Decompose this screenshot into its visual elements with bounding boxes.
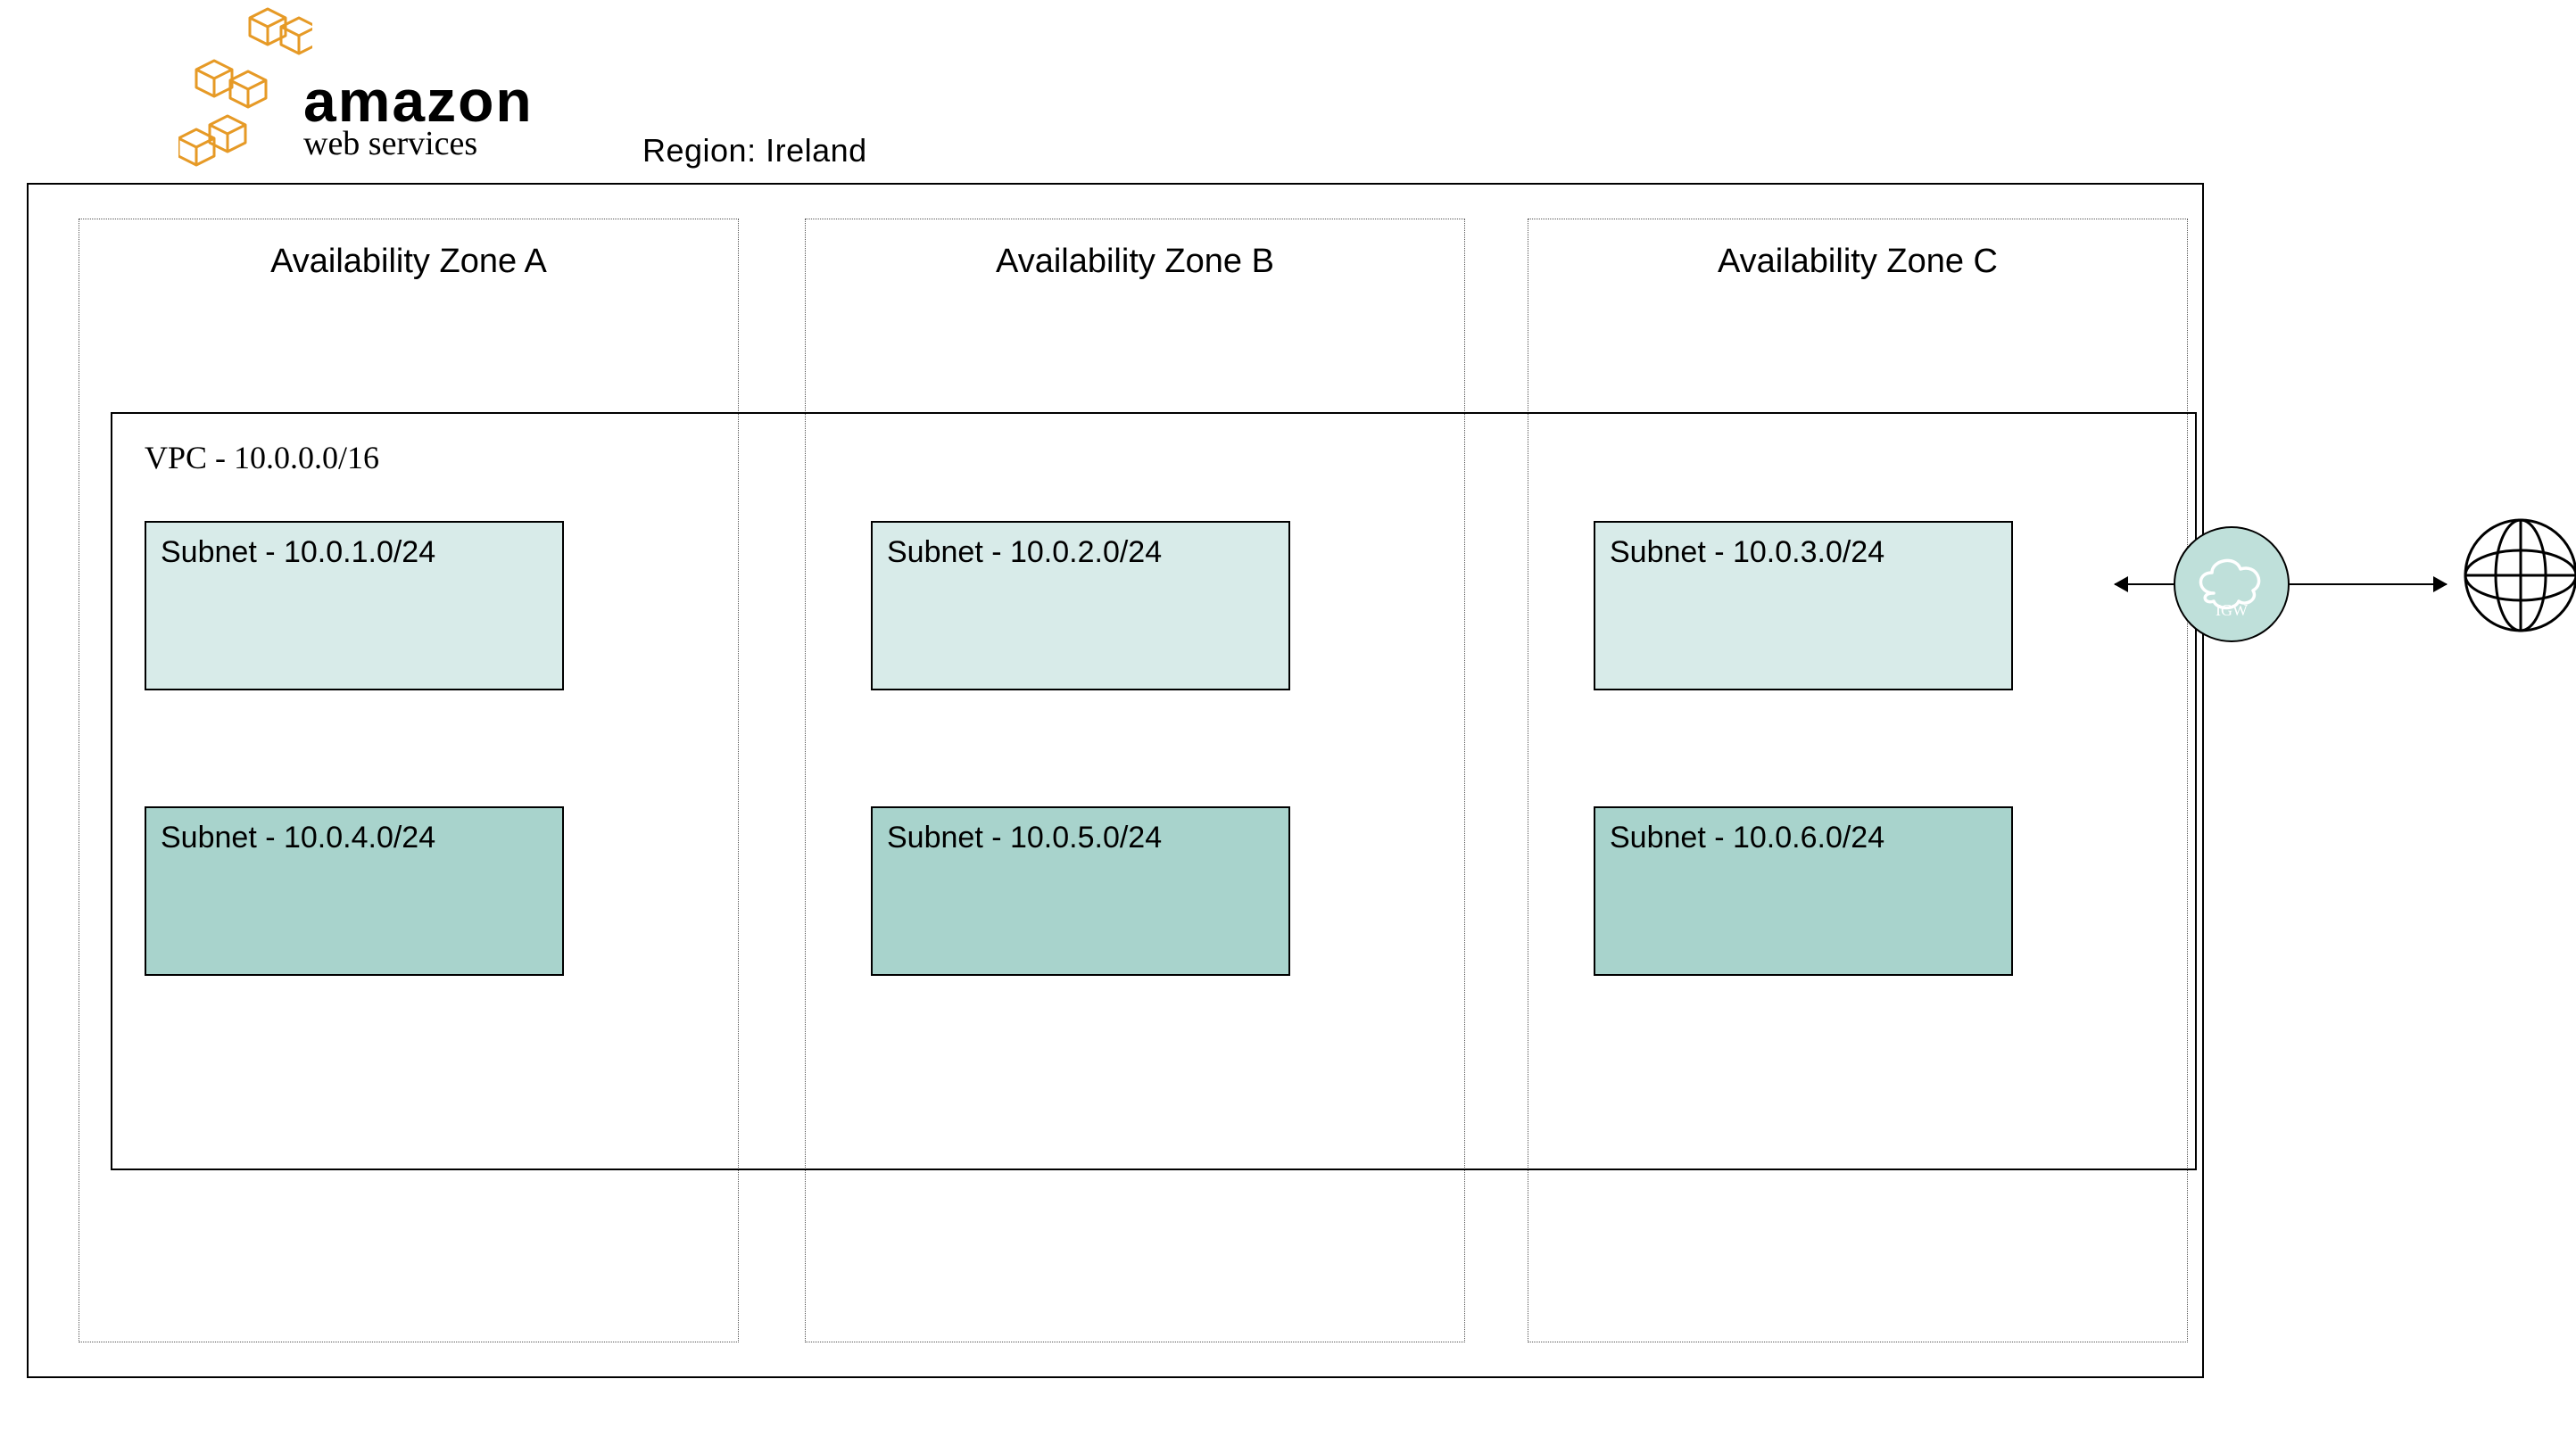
az-c-label: Availability Zone C <box>1528 243 2187 281</box>
internet-gateway: IGW <box>2174 526 2290 642</box>
subnet-label: Subnet - 10.0.5.0/24 <box>887 821 1162 855</box>
subnet-label: Subnet - 10.0.4.0/24 <box>161 821 435 855</box>
subnet-label: Subnet - 10.0.6.0/24 <box>1610 821 1884 855</box>
subnet-10-0-5-0: Subnet - 10.0.5.0/24 <box>871 806 1290 976</box>
subnet-label: Subnet - 10.0.1.0/24 <box>161 535 435 569</box>
region-label: Region: Ireland <box>642 132 867 169</box>
region-container: Availability Zone A Availability Zone B … <box>27 183 2204 1378</box>
globe-icon <box>2454 508 2576 642</box>
subnet-10-0-4-0: Subnet - 10.0.4.0/24 <box>145 806 564 976</box>
brand-line1: amazon <box>303 71 534 130</box>
az-a-label: Availability Zone A <box>79 243 738 281</box>
subnet-10-0-2-0: Subnet - 10.0.2.0/24 <box>871 521 1290 690</box>
subnet-10-0-3-0: Subnet - 10.0.3.0/24 <box>1594 521 2013 690</box>
arrow-igw-to-globe <box>2290 583 2447 585</box>
subnet-label: Subnet - 10.0.3.0/24 <box>1610 535 1884 569</box>
vpc-container: VPC - 10.0.0.0/16 Subnet - 10.0.1.0/24 S… <box>111 412 2197 1170</box>
subnet-10-0-6-0: Subnet - 10.0.6.0/24 <box>1594 806 2013 976</box>
igw-text: IGW <box>2216 601 2248 619</box>
arrow-vpc-to-igw <box>2115 583 2174 585</box>
aws-logo: amazon web services <box>178 0 642 187</box>
aws-wordmark: amazon web services <box>303 71 534 161</box>
subnet-10-0-1-0: Subnet - 10.0.1.0/24 <box>145 521 564 690</box>
az-b-label: Availability Zone B <box>806 243 1464 281</box>
subnet-label: Subnet - 10.0.2.0/24 <box>887 535 1162 569</box>
vpc-label: VPC - 10.0.0.0/16 <box>145 439 379 476</box>
cloud-icon: IGW <box>2187 544 2276 624</box>
